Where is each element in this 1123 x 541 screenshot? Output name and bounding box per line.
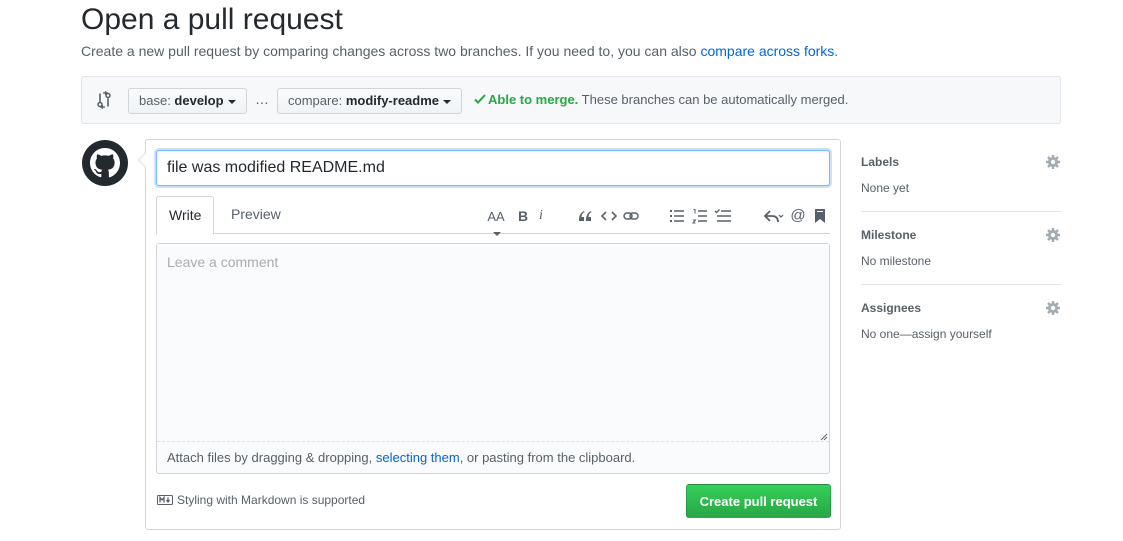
header-icon[interactable]: AA xyxy=(484,208,508,237)
gear-icon[interactable] xyxy=(1045,227,1061,243)
ordered-list-icon[interactable] xyxy=(692,208,708,224)
attach-suffix: , or pasting from the clipboard. xyxy=(459,450,636,465)
milestone-value: No milestone xyxy=(861,254,932,268)
markdown-support-note[interactable]: Styling with Markdown is supported xyxy=(157,493,365,507)
resize-handle-icon[interactable] xyxy=(820,433,828,441)
check-icon xyxy=(474,94,486,104)
sidebar-milestone: Milestone No milestone xyxy=(861,212,1061,285)
subtitle-text: Create a new pull request by comparing c… xyxy=(81,43,701,59)
merge-ok-text: Able to merge. xyxy=(488,92,579,107)
subtitle-end: . xyxy=(834,43,839,59)
code-icon[interactable] xyxy=(601,208,617,224)
markdown-note-text: Styling with Markdown is supported xyxy=(177,493,366,507)
gear-icon[interactable] xyxy=(1045,300,1061,316)
sidebar-labels: Labels None yet xyxy=(861,139,1061,212)
tab-write[interactable]: Write xyxy=(156,196,215,235)
compare-branch-prefix: compare: xyxy=(288,93,346,108)
pull-request-form: Write Preview AA B i @ Attach files by d… xyxy=(138,139,841,530)
chevron-down-icon xyxy=(443,99,452,104)
base-branch-prefix: base: xyxy=(139,93,175,108)
page-title: Open a pull request xyxy=(81,3,343,36)
page-subtitle: Create a new pull request by comparing c… xyxy=(81,42,838,60)
create-pull-request-button[interactable]: Create pull request xyxy=(686,484,831,518)
merge-status: Able to merge. These branches can be aut… xyxy=(474,92,848,107)
base-branch-select[interactable]: base: develop xyxy=(128,88,247,114)
mention-icon[interactable]: @ xyxy=(790,208,806,224)
github-avatar[interactable] xyxy=(81,139,129,187)
quote-icon[interactable] xyxy=(577,208,593,224)
chevron-down-icon xyxy=(227,99,236,104)
gear-icon[interactable] xyxy=(1045,154,1061,170)
assignees-value: No one—assign yourself xyxy=(861,327,992,341)
attach-files-note: Attach files by dragging & dropping, sel… xyxy=(167,450,635,465)
base-branch-name: develop xyxy=(174,93,224,108)
comment-textarea[interactable] xyxy=(157,244,829,442)
assignees-heading: Assignees xyxy=(861,301,922,315)
milestone-heading: Milestone xyxy=(861,228,917,242)
select-files-link[interactable]: selecting them xyxy=(376,450,460,465)
italic-icon[interactable]: i xyxy=(536,208,546,224)
bookmark-icon[interactable] xyxy=(814,208,826,224)
task-list-icon[interactable] xyxy=(714,208,731,224)
sidebar-assignees: Assignees No one—assign yourself xyxy=(861,285,1061,358)
compare-across-forks-link[interactable]: compare across forks xyxy=(700,43,834,59)
pr-title-input[interactable] xyxy=(156,150,830,186)
labels-heading: Labels xyxy=(861,155,900,169)
compare-branch-select[interactable]: compare: modify-readme xyxy=(277,88,463,114)
chevron-down-icon xyxy=(492,232,501,237)
comment-box: Attach files by dragging & dropping, sel… xyxy=(156,243,830,474)
pr-sidebar: Labels None yet Milestone No milestone A… xyxy=(861,139,1061,358)
range-separator: … xyxy=(255,91,269,107)
bold-icon[interactable]: B xyxy=(516,208,530,224)
compare-branches-icon xyxy=(97,91,111,109)
merge-detail-text: These branches can be automatically merg… xyxy=(578,92,849,107)
labels-value: None yet xyxy=(861,181,910,195)
unordered-list-icon[interactable] xyxy=(669,208,685,224)
compare-branch-name: modify-readme xyxy=(345,93,440,108)
tab-preview[interactable]: Preview xyxy=(219,196,293,234)
branch-range-bar: base: develop … compare: modify-readme A… xyxy=(81,76,1061,124)
header-glyph: AA xyxy=(487,209,505,224)
markdown-icon xyxy=(157,495,173,505)
attach-prefix: Attach files by dragging & dropping, xyxy=(167,450,376,465)
link-icon[interactable] xyxy=(623,208,639,224)
reply-icon[interactable] xyxy=(764,208,784,224)
